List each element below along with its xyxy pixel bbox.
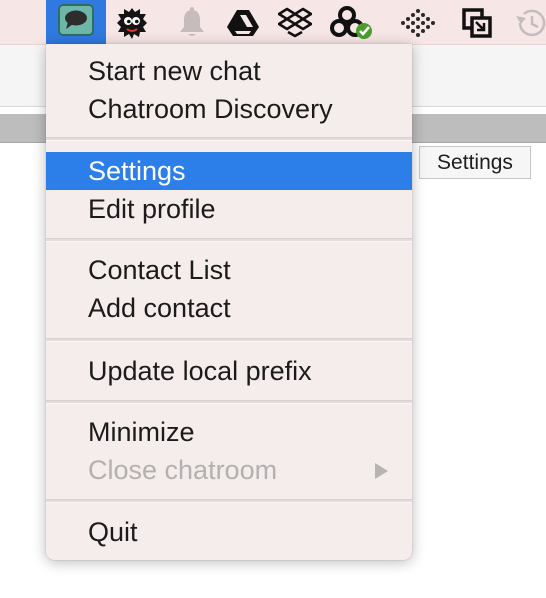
menu-separator — [46, 499, 412, 503]
menu-item-add-contact[interactable]: Add contact — [46, 289, 412, 327]
menu-item-label: Update local prefix — [88, 356, 312, 386]
menu-separator — [46, 238, 412, 242]
menubar-item-window[interactable] — [455, 4, 499, 42]
menu-item-label: Quit — [88, 517, 138, 547]
menu-item-label: Edit profile — [88, 194, 216, 224]
menubar-item-history[interactable] — [510, 4, 546, 42]
menubar-item-dropbox[interactable] — [273, 4, 317, 42]
sync-icon — [329, 6, 375, 40]
menubar-item-sync[interactable] — [330, 4, 374, 42]
menubar-item-monster[interactable] — [110, 4, 154, 42]
dots-icon — [397, 8, 437, 38]
dropbox-icon — [278, 7, 312, 39]
menu-item-settings[interactable]: Settings — [46, 152, 412, 190]
menubar-item-dots[interactable] — [395, 4, 439, 42]
menu-item-label: Close chatroom — [88, 455, 278, 485]
menu-item-label: Settings — [88, 156, 186, 186]
menu-separator — [46, 400, 412, 404]
menu-separator — [46, 137, 412, 141]
menu-item-label: Contact List — [88, 255, 231, 285]
menu-item-start-new-chat[interactable]: Start new chat — [46, 52, 412, 90]
settings-tooltip: Settings — [419, 146, 531, 179]
menu-item-edit-profile[interactable]: Edit profile — [46, 190, 412, 228]
menu-item-close-chatroom: Close chatroom — [46, 451, 412, 489]
chat-dropdown-menu: Start new chat Chatroom Discovery Settin… — [46, 44, 412, 560]
chat-bubble-icon — [58, 3, 94, 41]
menu-item-quit[interactable]: Quit — [46, 513, 412, 551]
menu-item-label: Start new chat — [88, 56, 261, 86]
menubar-item-chat[interactable] — [46, 0, 106, 44]
bell-icon — [177, 7, 207, 39]
menu-item-label: Chatroom Discovery — [88, 94, 333, 124]
submenu-arrow-icon — [375, 463, 388, 479]
menu-item-label: Minimize — [88, 417, 195, 447]
menu-separator — [46, 338, 412, 342]
monster-icon — [115, 6, 149, 40]
window-icon — [462, 8, 492, 38]
menubar-item-notifications[interactable] — [170, 4, 214, 42]
screen: Settings Start new chat Chatroom Discove… — [0, 0, 546, 598]
menu-item-minimize[interactable]: Minimize — [46, 413, 412, 451]
menu-item-contact-list[interactable]: Contact List — [46, 251, 412, 289]
menu-bar — [0, 0, 546, 45]
menu-item-update-local-prefix[interactable]: Update local prefix — [46, 352, 412, 390]
menu-item-chatroom-discovery[interactable]: Chatroom Discovery — [46, 90, 412, 128]
menu-item-label: Add contact — [88, 293, 231, 323]
google-drive-icon — [226, 8, 260, 38]
history-icon — [512, 7, 546, 39]
menubar-item-google-drive[interactable] — [221, 4, 265, 42]
